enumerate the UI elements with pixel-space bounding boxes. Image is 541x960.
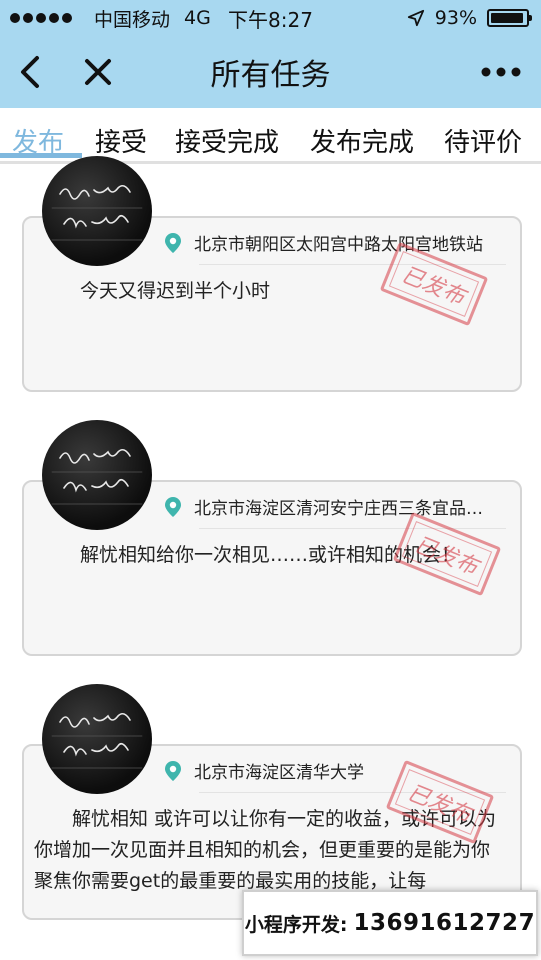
avatar[interactable] <box>42 420 152 530</box>
status-bar: 中国移动 4G 下午8:27 93% <box>0 0 541 36</box>
battery-fill <box>491 13 523 23</box>
divider <box>199 528 506 529</box>
location-arrow-icon <box>407 9 424 27</box>
status-time: 下午8:27 <box>228 7 313 32</box>
task-location: 北京市海淀区清华大学 <box>194 763 364 783</box>
tab-accept-done[interactable]: 接受完成 <box>175 122 279 159</box>
task-location: 北京市朝阳区太阳宫中路太阳宫地铁站 <box>194 235 483 255</box>
tab-accept[interactable]: 接受 <box>95 122 147 159</box>
divider <box>199 264 506 265</box>
status-left: 中国移动 4G <box>10 5 211 32</box>
avatar[interactable] <box>42 684 152 794</box>
avatar-handwriting-image <box>51 712 143 769</box>
promo-phone[interactable]: 13691612727 <box>354 910 536 936</box>
tab-pending-review[interactable]: 待评价 <box>444 122 522 159</box>
task-location: 北京市海淀区清河安宁庄西三条宜品… <box>194 499 483 519</box>
more-button[interactable] <box>471 36 531 108</box>
battery-percent: 93% <box>434 7 477 29</box>
carrier-name: 中国移动 <box>94 8 171 31</box>
location-pin-icon <box>165 496 181 517</box>
network-type: 4G <box>184 7 211 29</box>
avatar-handwriting-image <box>51 184 143 241</box>
back-button[interactable] <box>10 36 50 108</box>
location-row: 北京市海淀区清河安宁庄西三条宜品… <box>164 494 506 519</box>
published-stamp: 已发布 <box>392 511 502 597</box>
chevron-left-icon <box>21 56 39 88</box>
status-right: 93% <box>407 7 532 29</box>
tab-active-indicator <box>0 153 82 158</box>
close-button[interactable] <box>78 36 118 108</box>
close-icon <box>85 59 111 85</box>
tab-publish-done[interactable]: 发布完成 <box>310 122 414 159</box>
signal-strength-icon <box>10 13 72 23</box>
avatar-handwriting-image <box>51 448 143 505</box>
promo-banner[interactable]: 小程序开发: 13691612727 <box>242 890 538 956</box>
promo-label: 小程序开发: <box>244 913 348 936</box>
nav-bar: 所有任务 <box>0 36 541 108</box>
location-pin-icon <box>165 760 181 781</box>
more-icon <box>481 67 521 77</box>
location-pin-icon <box>165 232 181 253</box>
location-row: 北京市朝阳区太阳宫中路太阳宫地铁站 <box>164 230 506 255</box>
avatar[interactable] <box>42 156 152 266</box>
battery-icon <box>487 9 532 27</box>
